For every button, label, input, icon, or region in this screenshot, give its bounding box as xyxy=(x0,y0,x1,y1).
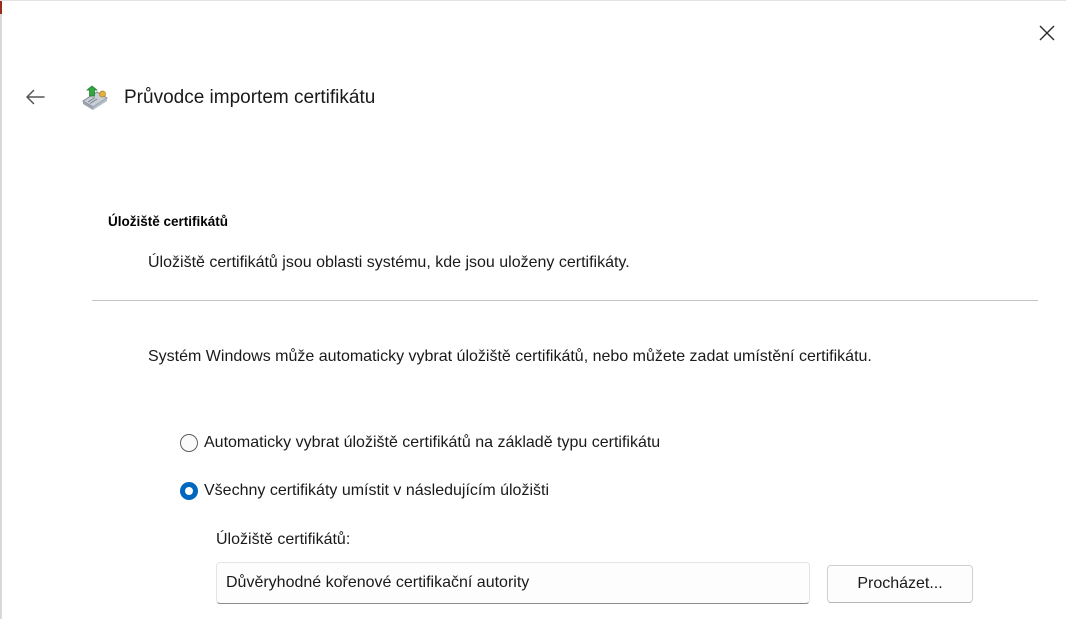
wizard-title: Průvodce importem certifikátu xyxy=(124,87,376,108)
close-icon xyxy=(1039,25,1055,41)
header-divider xyxy=(92,300,1038,301)
store-field[interactable] xyxy=(216,562,810,604)
certificate-import-icon xyxy=(80,84,110,110)
radio-label-specific-store: Všechny certifikáty umístit v následujíc… xyxy=(204,482,550,499)
radio-label-automatic: Automaticky vybrat úložiště certifikátů … xyxy=(204,434,661,451)
radio-option-specific-store[interactable]: Všechny certifikáty umístit v následujíc… xyxy=(180,482,549,500)
radio-button-unselected[interactable] xyxy=(180,434,198,452)
back-button[interactable] xyxy=(18,80,52,114)
radio-button-selected[interactable] xyxy=(180,482,198,500)
browse-button[interactable]: Procházet... xyxy=(827,565,973,603)
section-description: Úložiště certifikátů jsou oblasti systém… xyxy=(148,254,630,271)
intro-text: Systém Windows může automaticky vybrat ú… xyxy=(148,348,872,365)
window-edge-left xyxy=(0,0,2,619)
section-title: Úložiště certifikátů xyxy=(108,214,229,229)
store-field-label: Úložiště certifikátů: xyxy=(216,531,351,548)
window-edge-top xyxy=(0,0,1066,1)
radio-option-automatic[interactable]: Automaticky vybrat úložiště certifikátů … xyxy=(180,434,660,452)
close-button[interactable] xyxy=(1028,14,1066,52)
back-arrow-icon xyxy=(26,89,45,105)
